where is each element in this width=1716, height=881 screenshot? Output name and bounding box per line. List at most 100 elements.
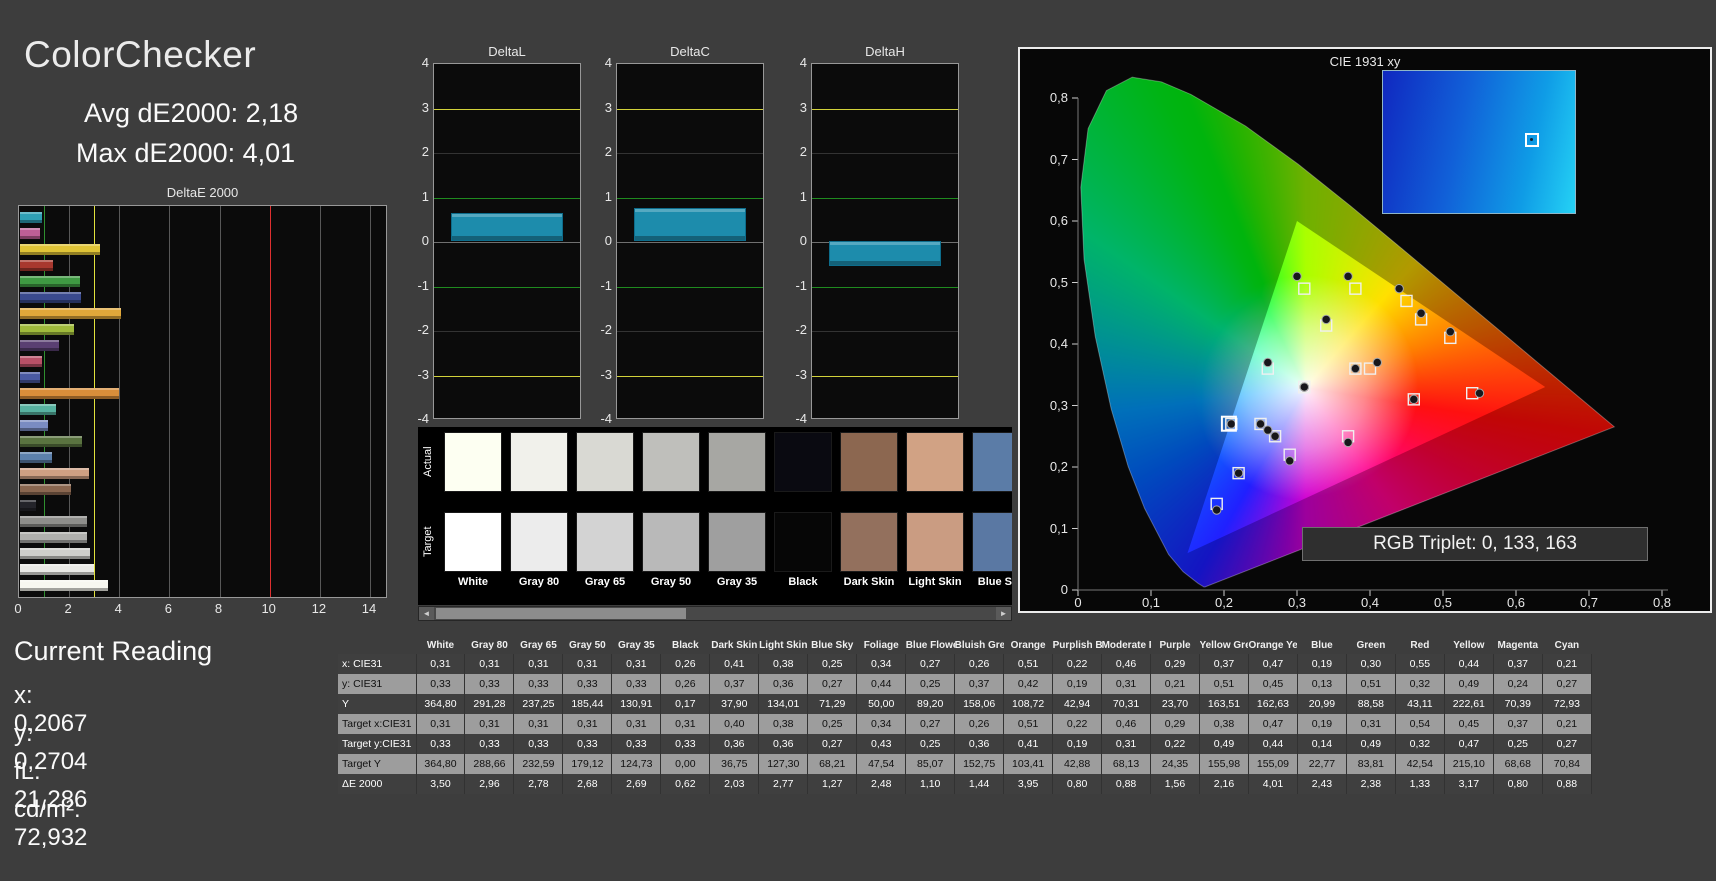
table-cell: 0,31 — [562, 714, 613, 734]
y-tick-label: -2 — [417, 322, 429, 337]
column-header: Gray 50 — [569, 640, 606, 651]
color-patch-target — [444, 512, 502, 572]
y-tick-label: -2 — [600, 322, 612, 337]
patch-strip-scrollbar[interactable]: ◄ ► — [418, 606, 1012, 621]
delta-e-bar — [20, 532, 88, 543]
cie-measured-point — [1233, 468, 1244, 478]
table-cell: 0,19 — [1297, 654, 1347, 674]
scroll-left-icon[interactable]: ◄ — [419, 607, 434, 620]
patch-label: Light Skin — [908, 576, 962, 588]
table-cell: 0,22 — [1150, 734, 1200, 754]
scrollbar-track[interactable] — [434, 607, 996, 620]
table-cell: 89,20 — [905, 694, 956, 714]
color-patch-actual — [576, 432, 634, 492]
grid-line — [169, 206, 171, 597]
table-cell: 4,01 — [1248, 774, 1298, 794]
table-cell: 0,00 — [660, 754, 711, 774]
table-cell: 163,51 — [1199, 694, 1249, 714]
y-tick-label: 3 — [799, 99, 807, 115]
x-tick-label: 8 — [214, 601, 223, 616]
cie-measured-point — [1285, 456, 1295, 466]
row-label: y: CIE31 — [338, 674, 417, 694]
delta-e-bar — [20, 212, 43, 223]
table-cell: 0,31 — [513, 654, 564, 674]
table-cell: 70,31 — [1101, 694, 1152, 714]
table-cell: 0,31 — [464, 714, 515, 734]
table-cell: 179,12 — [562, 754, 613, 774]
table-cell: 0,49 — [1346, 734, 1396, 754]
table-cell: 185,44 — [562, 694, 613, 714]
grid-line — [617, 153, 763, 154]
cie-measured-point — [1343, 437, 1353, 448]
table-cell: 0,31 — [660, 714, 711, 734]
row-label: x: CIE31 — [338, 654, 417, 674]
table-row: x: CIE31 0,31 0,31 0,31 0,31 0,31 0,26 0,41 0,38… — [338, 654, 1593, 674]
color-patch-target — [840, 512, 898, 572]
table-cell: 70,84 — [1542, 754, 1593, 774]
table-cell: 85,07 — [905, 754, 956, 774]
table-cell: 0,21 — [1150, 674, 1200, 694]
grid-line — [812, 375, 958, 377]
column-header: Yellow Green — [1199, 640, 1249, 651]
table-cell: 42,54 — [1395, 754, 1445, 774]
grid-line — [434, 108, 580, 110]
column-header: Foliage — [863, 640, 899, 651]
table-cell: 0,37 — [1493, 654, 1543, 674]
table-cell: 364,80 — [416, 754, 466, 774]
column-header: Red — [1410, 640, 1430, 651]
delta-chart-title: DeltaH — [865, 44, 905, 59]
grid-line — [434, 153, 580, 154]
table-cell: 0,31 — [416, 714, 466, 734]
table-cell: 0,36 — [758, 674, 809, 694]
y-tick-label: -3 — [417, 366, 429, 382]
delta-e-bar — [20, 468, 90, 479]
table-cell: 0,49 — [1199, 734, 1249, 754]
table-cell: 0,45 — [1444, 714, 1494, 734]
color-patch-target — [576, 512, 634, 572]
y-tick-label: 0 — [799, 233, 807, 248]
max-de2000-label: Max dE2000: 4,01 — [76, 138, 296, 168]
table-cell: 2,69 — [611, 774, 662, 794]
rgb-triplet-readout: RGB Triplet: 0, 133, 163 — [1302, 527, 1648, 561]
table-cell: 0,38 — [758, 714, 809, 734]
table-cell: 0,41 — [709, 654, 760, 674]
row-label-actual: Actual — [422, 446, 434, 478]
scroll-right-icon[interactable]: ► — [996, 607, 1011, 620]
table-cell: 0,32 — [1395, 734, 1445, 754]
column-header: Cyan — [1554, 640, 1580, 651]
table-cell: 0,55 — [1395, 654, 1445, 674]
column-header: Dark Skin — [711, 640, 758, 651]
delta-e-bar — [20, 292, 81, 303]
table-cell: 3,95 — [1003, 774, 1054, 794]
cie-measured-point — [1321, 314, 1331, 325]
table-cell: 0,33 — [464, 674, 515, 694]
table-cell: 0,22 — [1052, 714, 1103, 734]
cie-measured-point — [1212, 505, 1222, 515]
table-cell: 0,33 — [416, 674, 466, 694]
x-tick-label: 2 — [64, 601, 72, 616]
delta-e-bar — [20, 388, 119, 399]
patch-label: White — [458, 576, 488, 588]
table-cell: 2,68 — [562, 774, 613, 794]
table-cell: 0,49 — [1444, 674, 1494, 694]
table-cell: 23,70 — [1150, 694, 1200, 714]
deltae2000-bar-chart — [18, 205, 387, 598]
table-cell: 0,47 — [1444, 734, 1494, 754]
cie-measured-point — [1416, 308, 1426, 318]
y-tick-label: 2 — [421, 144, 429, 159]
table-cell: 0,41 — [1003, 734, 1054, 754]
scrollbar-thumb[interactable] — [436, 608, 686, 619]
table-cell: 0,21 — [1542, 714, 1593, 734]
y-tick-label: 1 — [421, 188, 429, 204]
cie-target-point — [1298, 282, 1311, 295]
color-patch-actual — [642, 432, 700, 492]
column-header: White — [426, 640, 455, 651]
table-cell: 0,29 — [1150, 714, 1200, 734]
delta-bar — [634, 207, 746, 241]
color-patch-target — [642, 512, 700, 572]
delta-e-bar — [20, 324, 75, 335]
grid-line — [617, 286, 763, 288]
table-cell: 0,43 — [856, 734, 907, 754]
delta-e-bar — [20, 404, 57, 415]
table-cell: 0,38 — [758, 654, 809, 674]
